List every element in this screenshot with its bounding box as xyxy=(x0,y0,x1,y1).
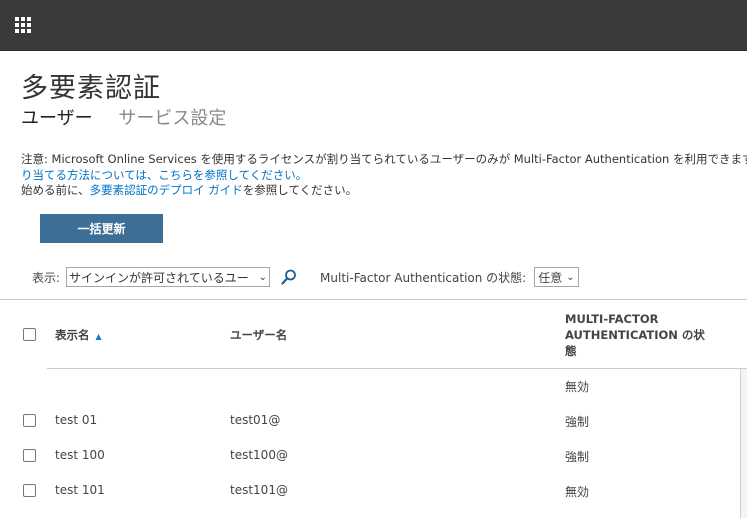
row-checkbox[interactable] xyxy=(23,484,36,497)
notice-line-1: 注意: Microsoft Online Services を使用するライセンス… xyxy=(21,152,747,166)
view-select[interactable]: サインインが許可されているユー ⌄ xyxy=(66,267,271,287)
table-header: 表示名 ▲ ユーザー名 MULTI-FACTOR AUTHENTICATION の… xyxy=(0,299,747,369)
license-help-link[interactable]: り当てる方法については、こちらを参照してください。 xyxy=(21,168,747,184)
chevron-down-icon: ⌄ xyxy=(258,271,268,283)
notice-text: 注意: Microsoft Online Services を使用するライセンス… xyxy=(21,152,747,199)
display-name-header-label: 表示名 xyxy=(55,328,90,342)
row-mfa-state: 無効 xyxy=(565,485,590,499)
notice-suffix: を参照してください。 xyxy=(242,183,358,197)
view-select-value: サインインが許可されているユー xyxy=(69,270,249,285)
notice-prefix: 始める前に、 xyxy=(21,183,90,197)
row-checkbox[interactable] xyxy=(23,449,36,462)
row-mfa-state: 強制 xyxy=(565,415,590,429)
row-display-name: test 101 xyxy=(55,483,105,497)
mfa-state-label: Multi-Factor Authentication の状態: xyxy=(320,270,527,285)
row-mfa-state: 強制 xyxy=(565,450,590,464)
row-display-name: test 01 xyxy=(55,413,98,427)
search-icon[interactable] xyxy=(280,268,298,286)
row-user-name: test100@ xyxy=(230,448,288,462)
column-header-user-name[interactable]: ユーザー名 xyxy=(230,327,287,343)
notice-line-3: 始める前に、多要素認証のデプロイ ガイドを参照してください。 xyxy=(21,183,747,199)
mfa-state-select[interactable]: 任意 ⌄ xyxy=(534,267,579,287)
column-header-mfa-state[interactable]: MULTI-FACTOR AUTHENTICATION の状態 xyxy=(565,311,715,359)
bulk-update-button[interactable]: 一括更新 xyxy=(40,214,163,243)
sub-navigation: ユーザー サービス設定 xyxy=(21,104,246,130)
select-all-checkbox[interactable] xyxy=(23,328,36,341)
mfa-state-select-value: 任意 xyxy=(538,270,563,285)
vertical-scrollbar[interactable] xyxy=(740,369,747,518)
column-header-display-name[interactable]: 表示名 ▲ xyxy=(55,327,102,343)
chevron-down-icon: ⌄ xyxy=(566,271,575,283)
app-launcher-icon[interactable] xyxy=(15,17,31,33)
row-display-name: test 100 xyxy=(55,448,105,462)
row-user-name: test01@ xyxy=(230,413,281,427)
view-label: 表示: xyxy=(32,270,61,285)
row-user-name: test101@ xyxy=(230,483,288,497)
row-mfa-state: 無効 xyxy=(565,380,590,394)
tab-users[interactable]: ユーザー xyxy=(21,108,93,129)
table-row[interactable]: test 01 test01@ 強制 xyxy=(0,403,747,438)
table-row[interactable]: 無効 xyxy=(0,368,747,403)
row-checkbox[interactable] xyxy=(23,414,36,427)
tab-service-settings[interactable]: サービス設定 xyxy=(118,108,226,129)
sort-ascending-icon: ▲ xyxy=(95,332,102,341)
deploy-guide-link[interactable]: 多要素認証のデプロイ ガイド xyxy=(90,183,243,197)
page-title: 多要素認証 xyxy=(21,73,161,104)
top-bar xyxy=(0,0,747,51)
table-row[interactable]: test 101 test101@ 無効 xyxy=(0,473,747,508)
filter-bar: 表示: サインインが許可されているユー ⌄ Multi-Factor Authe… xyxy=(32,267,579,287)
table-row[interactable]: test 100 test100@ 強制 xyxy=(0,438,747,473)
